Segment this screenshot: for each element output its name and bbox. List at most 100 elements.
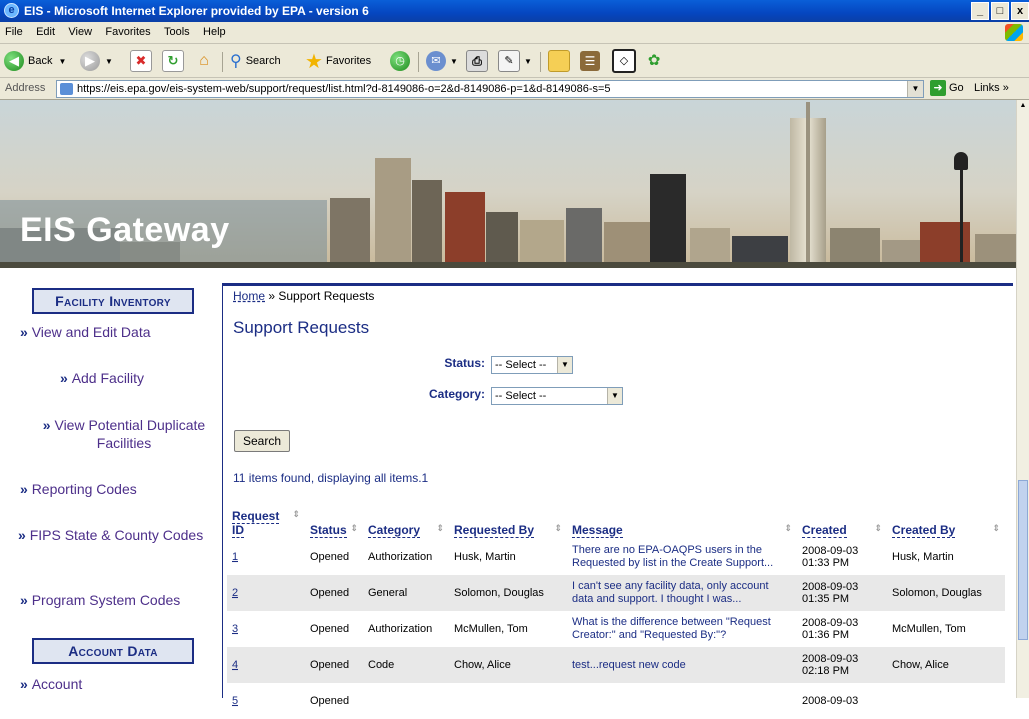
menu-favorites[interactable]: Favorites	[100, 22, 155, 38]
request-id-link[interactable]: 5	[227, 683, 305, 719]
column-header-message[interactable]: ⇕ Message	[567, 505, 797, 539]
request-id-link[interactable]: 2	[227, 575, 305, 611]
page-scrollbar[interactable]: ▲	[1016, 100, 1029, 698]
sidebar-link-reporting-codes[interactable]: » Reporting Codes	[20, 480, 137, 498]
menu-bar: File Edit View Favorites Tools Help	[0, 22, 1029, 44]
print-button[interactable]: ⎙	[466, 50, 488, 72]
mail-button[interactable]: ✉ ▼	[426, 50, 458, 72]
address-input[interactable]: https://eis.epa.gov/eis-system-web/suppo…	[56, 80, 924, 98]
menu-help[interactable]: Help	[198, 22, 231, 38]
forward-button[interactable]: ▶ ▼	[80, 50, 113, 72]
menu-tools[interactable]: Tools	[159, 22, 195, 38]
main-content: Home » Support Requests Support Requests…	[222, 283, 1013, 707]
stop-button[interactable]: ✖	[130, 50, 152, 72]
favorites-label: Favorites	[325, 55, 372, 67]
page-title: Support Requests	[233, 318, 370, 337]
address-dropdown-icon[interactable]: ▼	[907, 81, 923, 97]
research-book-icon: ☰	[580, 51, 600, 71]
refresh-button[interactable]: ↻	[162, 50, 184, 72]
link-bullet-icon: »	[20, 592, 32, 608]
search-submit-button[interactable]: Search	[234, 430, 290, 452]
messenger-icon: ◇	[612, 49, 636, 73]
search-label: Search	[245, 55, 281, 67]
links-toolbar[interactable]: Links »	[974, 82, 1009, 94]
sidebar-link-duplicate-facilities[interactable]: » View Potential Duplicate Facilities	[34, 416, 214, 452]
research-button[interactable]: ☰	[580, 50, 600, 72]
scroll-thumb[interactable]	[1018, 480, 1028, 640]
history-button[interactable]: ◷	[390, 50, 410, 72]
request-id-link[interactable]: 3	[227, 611, 305, 647]
edit-button[interactable]: ✎ ▼	[498, 50, 532, 72]
category-cell: General	[363, 575, 449, 611]
discuss-button[interactable]: ✿	[644, 50, 664, 72]
windows-logo-icon	[1005, 24, 1023, 41]
table-row: 1 Opened Authorization Husk, Martin Ther…	[227, 539, 1005, 575]
favorites-button[interactable]: ★ Favorites	[305, 50, 372, 73]
window-title: EIS - Microsoft Internet Explorer provid…	[24, 4, 369, 18]
sort-icon: ⇕	[784, 523, 792, 533]
created-cell: 2008-09-03 01:35 PM	[797, 575, 887, 611]
sort-icon: ⇕	[292, 509, 300, 519]
category-cell: Code	[363, 647, 449, 683]
address-label: Address	[5, 82, 46, 94]
menu-view[interactable]: View	[63, 22, 97, 38]
created-by-cell: Chow, Alice	[887, 647, 1005, 683]
table-row: 3 Opened Authorization McMullen, Tom Wha…	[227, 611, 1005, 647]
message-cell: I can't see any facility data, only acco…	[567, 575, 797, 611]
back-label: Back	[28, 55, 53, 67]
created-by-cell: Solomon, Douglas	[887, 575, 1005, 611]
back-button[interactable]: ◀ Back ▼	[4, 50, 66, 72]
go-label: Go	[949, 82, 964, 94]
request-id-link[interactable]: 4	[227, 647, 305, 683]
sidebar-link-add-facility[interactable]: » Add Facility	[60, 369, 144, 387]
breadcrumb-home-link[interactable]: Home	[233, 289, 265, 303]
site-banner: EIS Gateway	[0, 100, 1016, 268]
column-header-created[interactable]: ⇕ Created	[797, 505, 887, 539]
mail-icon: ✉	[426, 51, 446, 71]
refresh-icon: ↻	[162, 50, 184, 72]
history-icon: ◷	[390, 51, 410, 71]
request-id-link[interactable]: 1	[227, 539, 305, 575]
table-row: 2 Opened General Solomon, Douglas I can'…	[227, 575, 1005, 611]
message-cell	[567, 683, 797, 719]
sidebar-link-fips-codes[interactable]: » FIPS State & County Codes	[18, 526, 208, 544]
link-bullet-icon: »	[20, 676, 32, 692]
sidebar-link-account[interactable]: » Account	[20, 675, 82, 693]
column-header-requested-by[interactable]: ⇕ Requested By	[449, 505, 567, 539]
sort-icon: ⇕	[436, 523, 444, 533]
breadcrumb: Home » Support Requests	[233, 289, 375, 303]
column-header-status[interactable]: ⇕ Status	[305, 505, 363, 539]
created-cell: 2008-09-03 01:36 PM	[802, 617, 859, 641]
status-cell: Opened	[310, 551, 350, 563]
window-controls: _ □ x	[971, 2, 1029, 20]
browser-toolbar: ◀ Back ▼ ▶ ▼ ✖ ↻ ⌂ ⚲ Search ★ Favorites …	[0, 44, 1029, 78]
status-select[interactable]: -- Select -- ▼	[491, 356, 573, 374]
menu-edit[interactable]: Edit	[31, 22, 60, 38]
menu-file[interactable]: File	[0, 22, 28, 38]
column-header-created-by[interactable]: ⇕ Created By	[887, 505, 1005, 539]
maximize-button[interactable]: □	[991, 2, 1009, 20]
home-button[interactable]: ⌂	[194, 50, 214, 72]
forward-arrow-icon: ▶	[80, 51, 100, 71]
sidebar-link-program-system-codes[interactable]: » Program System Codes	[20, 591, 180, 609]
toolbar-separator	[222, 52, 223, 72]
scroll-up-icon[interactable]: ▲	[1018, 102, 1028, 114]
go-arrow-icon: ➜	[930, 80, 946, 96]
column-header-category[interactable]: ⇕ Category	[363, 505, 449, 539]
link-bullet-icon: »	[18, 527, 30, 543]
category-select[interactable]: -- Select -- ▼	[491, 387, 623, 405]
status-cell: Opened	[305, 575, 363, 611]
folder-button[interactable]	[548, 50, 570, 72]
go-button[interactable]: ➜ Go	[930, 80, 964, 96]
sidebar-link-view-edit-data[interactable]: » View and Edit Data	[20, 323, 151, 341]
print-icon: ⎙	[466, 50, 488, 72]
minimize-button[interactable]: _	[971, 2, 989, 20]
messenger-button[interactable]: ◇	[612, 49, 636, 73]
column-header-request-id[interactable]: ⇕ Request ID	[227, 505, 305, 539]
table-header-row: ⇕ Request ID ⇕ Status ⇕ Category ⇕ Requested…	[227, 505, 1005, 539]
requested-by-cell	[449, 683, 567, 719]
search-button[interactable]: ⚲ Search	[230, 50, 281, 72]
requested-by-cell: Husk, Martin	[454, 551, 516, 563]
link-bullet-icon: »	[60, 370, 72, 386]
close-button[interactable]: x	[1011, 2, 1029, 20]
